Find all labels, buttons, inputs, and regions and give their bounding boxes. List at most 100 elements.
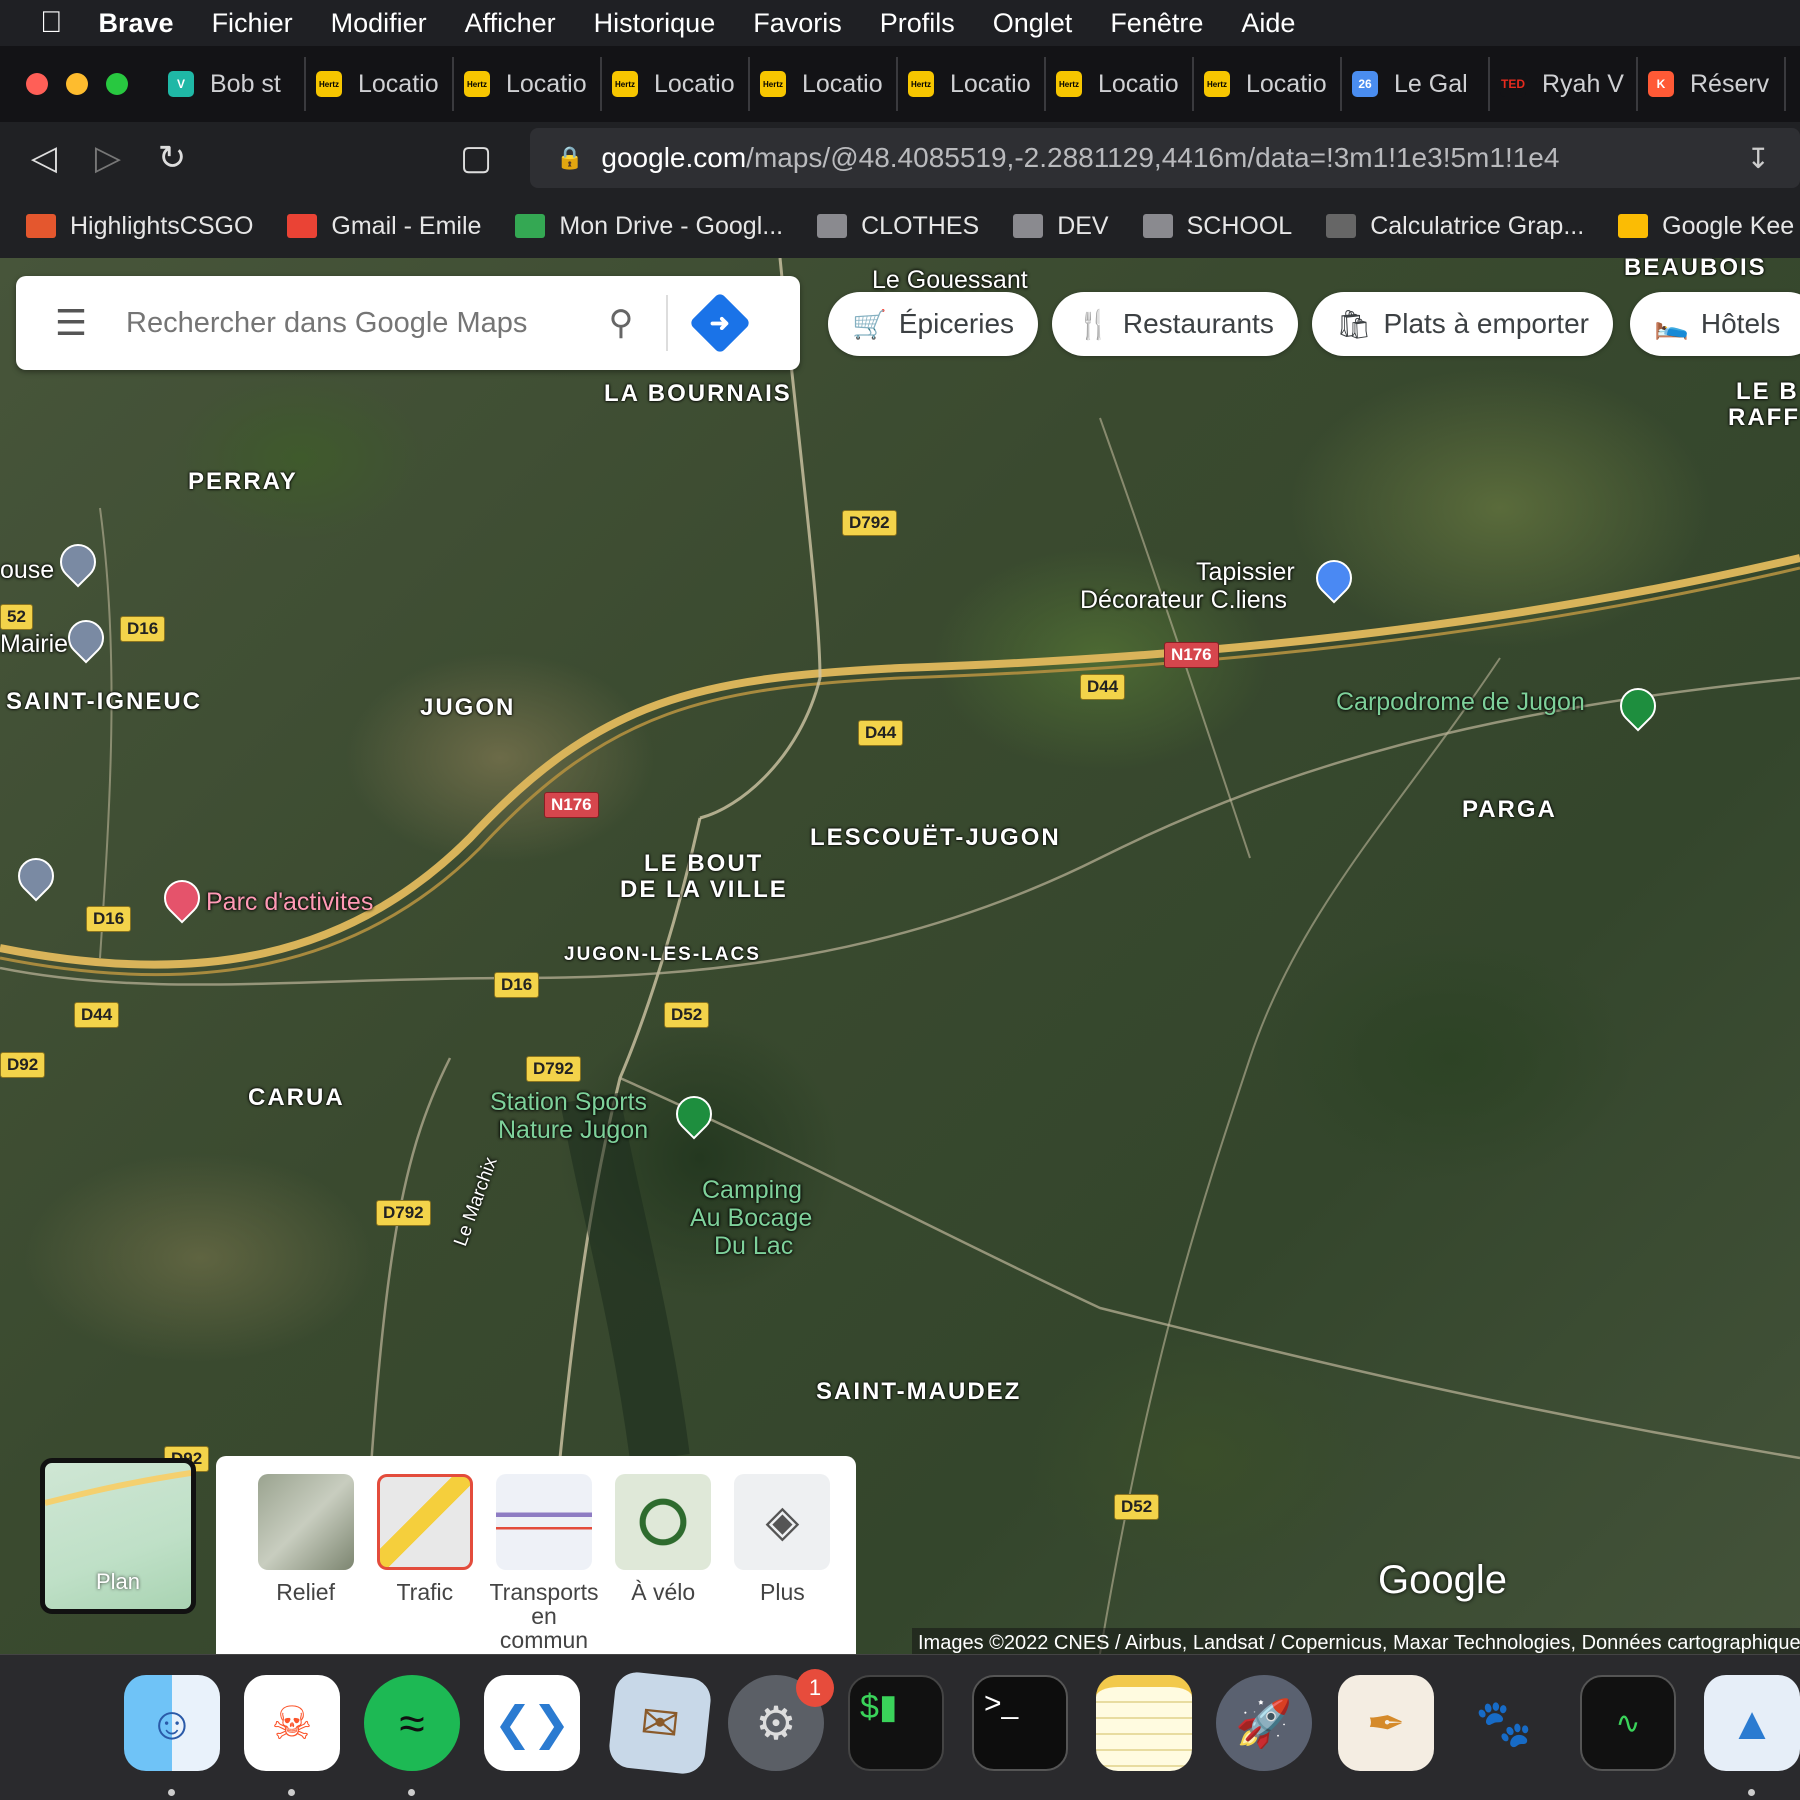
poi-ouse[interactable]: ouse: [0, 556, 54, 584]
url-path: /maps/@48.4085519,-2.2881129,4416m/data=…: [746, 142, 1560, 173]
menu-fichier[interactable]: Fichier: [212, 8, 293, 39]
layer-toggle-plan[interactable]: Plan: [40, 1458, 196, 1614]
bookmark-label: DEV: [1057, 211, 1109, 240]
layer-transports[interactable]: Transports en commun: [484, 1474, 603, 1654]
chip-hotels[interactable]: 🛌 Hôtels: [1630, 292, 1800, 356]
bookmark-item[interactable]: DEV: [1013, 211, 1109, 241]
tab-title: Locatio: [506, 69, 587, 98]
poi-tapissier-line2[interactable]: Décorateur C.liens: [1080, 586, 1287, 614]
back-icon[interactable]: ◁: [12, 138, 76, 178]
browser-tab[interactable]: Hertz Locatio: [602, 57, 750, 111]
bookmark-item[interactable]: Mon Drive - Googl...: [515, 212, 783, 241]
menu-afficher[interactable]: Afficher: [465, 8, 556, 39]
maps-search-input[interactable]: [126, 306, 586, 340]
close-window-button[interactable]: [26, 73, 48, 95]
bookmark-label: Mon Drive - Googl...: [559, 211, 784, 240]
bookmark-item[interactable]: CLOTHES: [817, 212, 979, 241]
menu-modifier[interactable]: Modifier: [331, 8, 427, 39]
browser-tab[interactable]: TED Ryah V: [1490, 57, 1638, 111]
apple-icon[interactable]: : [40, 6, 63, 40]
road-shield: D44: [858, 720, 904, 746]
terminal-icon[interactable]: >_: [972, 1675, 1068, 1771]
menu-profils[interactable]: Profils: [880, 8, 955, 39]
reload-icon[interactable]: ↻: [140, 138, 204, 178]
bookmark-item[interactable]: Google Kee: [1618, 212, 1794, 241]
menu-onglet[interactable]: Onglet: [993, 8, 1073, 39]
layer-plus[interactable]: ◈ Plus: [723, 1474, 842, 1654]
poi-carpodrome[interactable]: Carpodrome de Jugon: [1336, 688, 1585, 716]
chip-plats-a-emporter[interactable]: 🛍 Plats à emporter: [1312, 292, 1613, 356]
place-label: LA BOURNAIS: [604, 380, 792, 407]
tab-favicon-icon: Hertz: [316, 71, 342, 97]
poi-le-gouessant[interactable]: Le Gouessant: [872, 266, 1028, 294]
download-icon[interactable]: ↧: [1747, 142, 1770, 175]
poi-mairie[interactable]: Mairie: [0, 630, 68, 658]
vscode-icon[interactable]: ❮❯: [484, 1675, 580, 1771]
bookmark-item[interactable]: Gmail - Emile: [287, 212, 481, 241]
satellite-map[interactable]: ☰ ⚲ ➜ 🛒 Épiceries 🍴 Restaurants 🛍 Plats à e…: [0, 258, 1800, 1654]
browser-tab[interactable]: Hertz Locatio: [1046, 57, 1194, 111]
bookmark-item[interactable]: SCHOOL: [1142, 212, 1292, 241]
search-icon[interactable]: ⚲: [586, 303, 656, 343]
browser-tab[interactable]: Hertz Locatio: [898, 57, 1046, 111]
spotify-icon[interactable]: ≈: [364, 1675, 460, 1771]
activity-monitor-icon[interactable]: ∿: [1580, 1675, 1676, 1771]
layer-trafic[interactable]: Trafic: [365, 1474, 484, 1654]
chip-label: Plats à emporter: [1383, 308, 1589, 339]
poi-camping-line2[interactable]: Au Bocage: [690, 1204, 812, 1232]
browser-tab[interactable]: 26 Le Gal: [1342, 57, 1490, 111]
keynote-icon[interactable]: ▲: [1704, 1675, 1800, 1771]
browser-tab[interactable]: Hertz Locatio: [454, 57, 602, 111]
hamburger-menu-icon[interactable]: ☰: [16, 302, 126, 344]
macos-dock: ☺ ☠ ≈ ❮❯ ✉ ⚙ 1 $▮ >_ 🚀 ✒ 🐾 ∿ ▲: [0, 1654, 1800, 1800]
iterm-icon[interactable]: $▮: [848, 1675, 944, 1771]
poi-tapissier-line1[interactable]: Tapissier: [1196, 558, 1295, 586]
bike-icon: [615, 1474, 712, 1570]
forward-icon[interactable]: ▷: [76, 138, 140, 178]
minimize-window-button[interactable]: [66, 73, 88, 95]
macos-menubar:  Brave Fichier Modifier Afficher Histor…: [0, 0, 1800, 46]
notes-icon[interactable]: [1096, 1675, 1192, 1771]
menu-app-name[interactable]: Brave: [99, 8, 174, 39]
chip-epiceries[interactable]: 🛒 Épiceries: [828, 292, 1039, 356]
brave-icon[interactable]: ☠: [244, 1675, 340, 1771]
menu-fenetre[interactable]: Fenêtre: [1110, 8, 1203, 39]
menu-aide[interactable]: Aide: [1241, 8, 1295, 39]
place-label: SAINT-IGNEUC: [6, 688, 203, 715]
directions-icon[interactable]: ➜: [688, 291, 752, 355]
tab-title: Ryah V: [1542, 69, 1624, 98]
place-label: LE BOUT: [644, 850, 764, 877]
poi-parc-activites[interactable]: Parc d'activites: [206, 888, 373, 916]
place-label: JUGON: [420, 694, 516, 721]
menu-favoris[interactable]: Favoris: [753, 8, 842, 39]
place-label: DE LA VILLE: [620, 876, 788, 903]
finder-icon[interactable]: ☺: [124, 1675, 220, 1771]
gimp-icon[interactable]: 🐾: [1456, 1675, 1552, 1771]
google-logo: Google: [1378, 1558, 1507, 1602]
mail-icon[interactable]: ✉: [607, 1670, 713, 1776]
browser-tab[interactable]: V Bob st: [158, 57, 306, 111]
zoom-window-button[interactable]: [106, 73, 128, 95]
bookmark-item[interactable]: HighlightsCSGO: [26, 212, 253, 241]
browser-tab[interactable]: Hertz Locatio: [750, 57, 898, 111]
chip-restaurants[interactable]: 🍴 Restaurants: [1052, 292, 1298, 356]
tab-strip: V Bob st Hertz Locatio Hertz Locatio Hertz Loca…: [0, 46, 1800, 122]
bookmark-icon[interactable]: ▢: [444, 138, 508, 178]
poi-camping-line1[interactable]: Camping: [702, 1176, 802, 1204]
browser-tab[interactable]: Hertz Locatio: [1194, 57, 1342, 111]
poi-station-line2[interactable]: Nature Jugon: [498, 1116, 648, 1144]
bookmark-item[interactable]: Calculatrice Grap...: [1326, 212, 1584, 241]
layer-relief[interactable]: Relief: [246, 1474, 365, 1654]
maps-search-box: ☰ ⚲ ➜: [16, 276, 800, 370]
browser-tab[interactable]: K Réserv: [1638, 57, 1786, 111]
menu-historique[interactable]: Historique: [594, 8, 716, 39]
pages-pen-icon[interactable]: ✒: [1338, 1675, 1434, 1771]
poi-camping-line3[interactable]: Du Lac: [714, 1232, 793, 1260]
launchpad-rocket-icon[interactable]: 🚀: [1216, 1675, 1312, 1771]
tab-favicon-icon: Hertz: [1056, 71, 1082, 97]
browser-tab[interactable]: Hertz Locatio: [306, 57, 454, 111]
address-bar[interactable]: 🔒 google.com/maps/@48.4085519,-2.2881129…: [530, 128, 1800, 188]
tab-favicon-icon: V: [168, 71, 194, 97]
poi-station-line1[interactable]: Station Sports: [490, 1088, 647, 1116]
layer-velo[interactable]: À vélo: [604, 1474, 723, 1654]
